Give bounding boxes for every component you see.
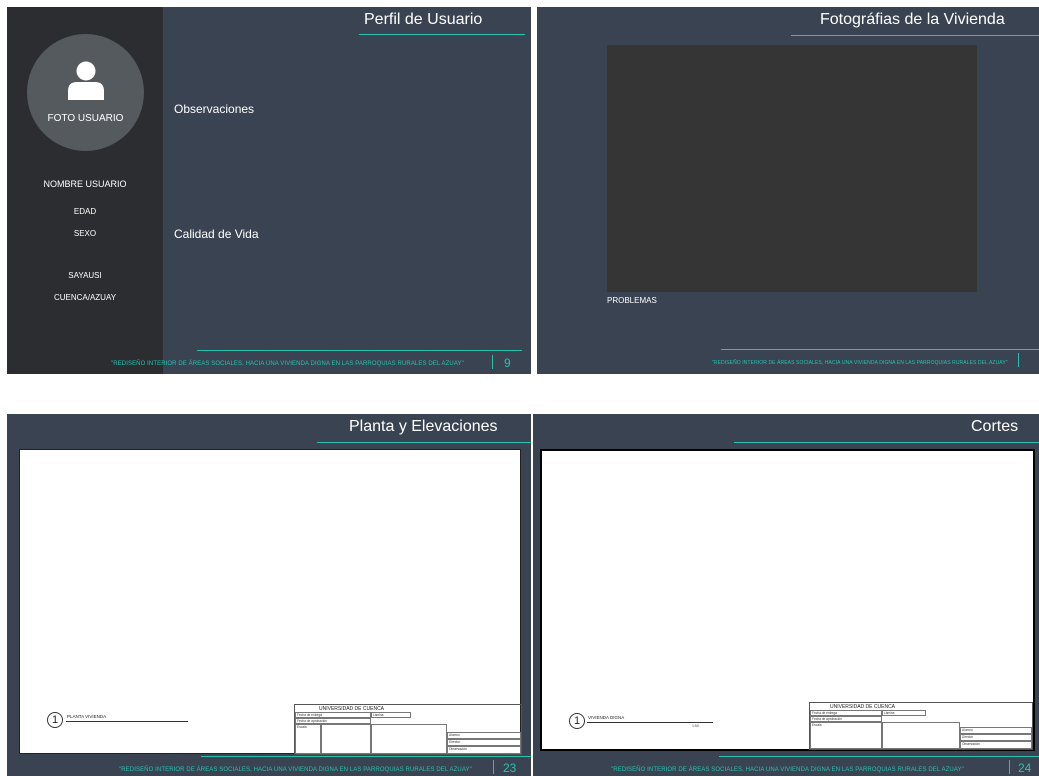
house-photo-placeholder xyxy=(607,45,977,292)
footer-line xyxy=(197,350,522,351)
user-sex: SEXO xyxy=(73,229,97,238)
user-photo-placeholder: FOTO USUARIO xyxy=(27,34,144,151)
title-block: UNIVERSIDAD DE CUENCA Fecha de entrega L… xyxy=(294,704,522,755)
profile-sidebar: FOTO USUARIO NOMBRE USUARIO EDAD SEXO SA… xyxy=(7,7,163,374)
page-number: 24 xyxy=(1018,761,1032,775)
slide-title: Perfil de Usuario xyxy=(364,11,483,28)
tb-sheet: Lámina xyxy=(371,712,411,718)
tb-empty-2 xyxy=(371,724,447,754)
footer-line xyxy=(201,756,531,757)
observations-heading: Observaciones xyxy=(174,102,255,116)
drawing-marker: 1 xyxy=(47,712,63,728)
footer-text: "REDISEÑO INTERIOR DE ÁREAS SOCIALES, HA… xyxy=(712,360,1008,366)
tb-observation: Observación xyxy=(447,746,521,754)
title-underline xyxy=(791,35,1039,36)
tb-director: Director xyxy=(447,739,521,746)
tb-scale: Escala xyxy=(295,724,321,754)
tb-observation: Observación xyxy=(960,741,1032,749)
tb-empty xyxy=(321,724,371,754)
slide-sections: Cortes 1 VIVIENDA DIGNA 1:50 UNIVERSIDAD… xyxy=(533,414,1039,776)
drawing-marker-line xyxy=(66,721,188,722)
drawing-sheet: 1 PLANTA VIVIENDA UNIVERSIDAD DE CUENCA … xyxy=(19,449,522,755)
drawing-marker-label: VIVIENDA DIGNA xyxy=(588,715,625,720)
tb-student: Alumno xyxy=(447,732,521,739)
footer-divider xyxy=(1009,760,1010,774)
drawing-marker-label: PLANTA VIVIENDA xyxy=(67,714,107,719)
slide-title: Cortes xyxy=(971,418,1019,435)
quality-of-life-heading: Calidad de Vida xyxy=(174,227,259,241)
page-number: 23 xyxy=(503,761,517,775)
slide-title: Planta y Elevaciones xyxy=(349,418,498,435)
footer-divider xyxy=(492,355,493,369)
slide-user-profile: FOTO USUARIO NOMBRE USUARIO EDAD SEXO SA… xyxy=(7,7,531,374)
tb-director: Director xyxy=(960,734,1032,741)
user-name: NOMBRE USUARIO xyxy=(43,179,127,189)
slide-title: Fotográfias de la Vivienda xyxy=(820,11,1005,28)
page-number: 9 xyxy=(504,356,511,370)
slide-plan-elevations: Planta y Elevaciones 1 PLANTA VIVIENDA U… xyxy=(7,414,531,776)
user-location: CUENCA/AZUAY xyxy=(53,293,117,302)
footer-line xyxy=(721,349,1039,350)
drawing-marker: 1 xyxy=(569,713,585,729)
tb-empty xyxy=(882,722,960,749)
user-parish: SAYAUSI xyxy=(68,271,102,280)
tb-student: Alumno xyxy=(960,727,1032,734)
drawing-sheet: 1 VIVIENDA DIGNA 1:50 UNIVERSIDAD DE CUE… xyxy=(540,449,1035,751)
title-block: UNIVERSIDAD DE CUENCA Fecha de entrega L… xyxy=(809,702,1033,750)
slide-house-photos: Fotográfias de la Vivienda PROBLEMAS "RE… xyxy=(537,7,1039,374)
footer-text: "REDISEÑO INTERIOR DE ÁREAS SOCIALES, HA… xyxy=(111,361,464,367)
user-age: EDAD xyxy=(73,207,97,216)
problems-label: PROBLEMAS xyxy=(607,296,657,305)
footer-divider xyxy=(493,760,494,774)
title-underline xyxy=(359,34,525,35)
footer-text: "REDISEÑO INTERIOR DE ÁREAS SOCIALES, HA… xyxy=(611,767,964,773)
footer-divider xyxy=(1018,353,1019,367)
user-photo-label: FOTO USUARIO xyxy=(47,113,124,124)
footer-line xyxy=(719,756,1039,757)
footer-text: "REDISEÑO INTERIOR DE ÁREAS SOCIALES, HA… xyxy=(119,767,472,773)
title-underline xyxy=(317,442,531,443)
tb-scale: Escala xyxy=(810,722,882,749)
user-icon xyxy=(68,61,104,100)
drawing-marker-scale: 1:50 xyxy=(692,724,699,728)
drawing-marker-line xyxy=(587,722,713,723)
tb-sheet: Lámina xyxy=(882,710,926,716)
title-underline xyxy=(734,442,1039,443)
